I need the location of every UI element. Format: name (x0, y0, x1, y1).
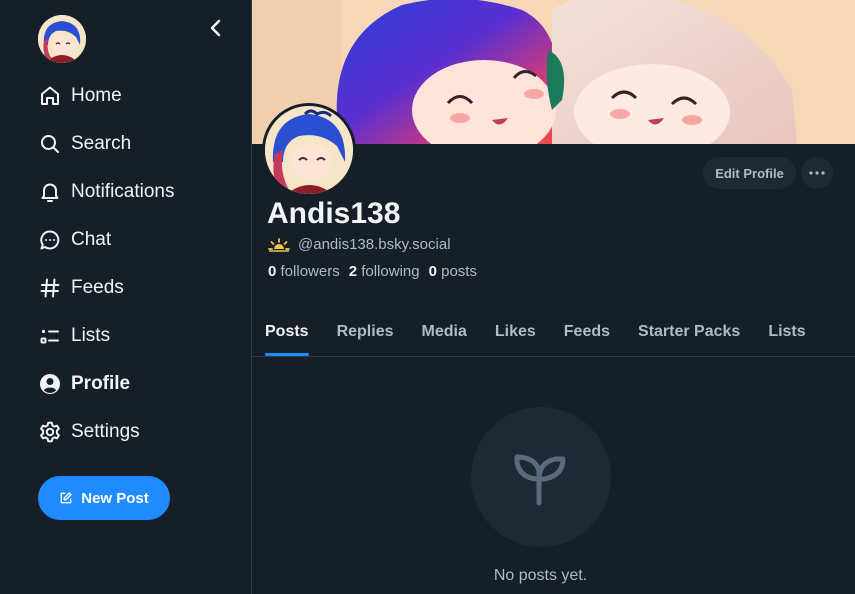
compose-icon (60, 492, 72, 504)
followers-stat[interactable]: 0 followers (268, 263, 340, 280)
main-nav: Home Search Notifications Chat Feeds Lis… (38, 72, 175, 456)
profile-handle: @andis138.bsky.social (298, 236, 451, 253)
tab-media[interactable]: Media (408, 308, 481, 356)
more-options-button[interactable] (801, 157, 833, 189)
nav-item-feeds[interactable]: Feeds (38, 264, 175, 312)
empty-state-text: No posts yet. (493, 567, 588, 584)
new-post-label: New Post (81, 489, 149, 507)
user-circle-icon (40, 374, 60, 394)
bell-icon (41, 183, 59, 202)
followers-label: followers (280, 263, 340, 280)
chat-bubble-icon (40, 230, 60, 250)
tab-likes[interactable]: Likes (481, 308, 550, 356)
nav-item-notifications[interactable]: Notifications (38, 168, 175, 216)
profile-tabs: Posts Replies Media Likes Feeds Starter … (252, 308, 855, 357)
new-post-button[interactable]: New Post (38, 476, 170, 520)
nav-label: Chat (71, 229, 112, 250)
sunrise-icon (268, 237, 290, 252)
posts-stat: 0 posts (429, 263, 477, 280)
profile-stats: 0 followers 2 following 0 posts (268, 263, 477, 280)
posts-count: 0 (428, 263, 437, 280)
home-icon (41, 86, 59, 105)
nav-label: Settings (71, 421, 140, 442)
nav-item-lists[interactable]: Lists (38, 312, 175, 360)
nav-item-home[interactable]: Home (38, 72, 175, 120)
sidebar: Home Search Notifications Chat Feeds Lis… (0, 0, 251, 594)
nav-label: Notifications (71, 181, 175, 202)
handle-row: @andis138.bsky.social (268, 236, 451, 253)
ellipsis-icon (809, 171, 825, 175)
following-count: 2 (348, 263, 358, 280)
tab-feeds[interactable]: Feeds (550, 308, 624, 356)
tab-starter-packs[interactable]: Starter Packs (624, 308, 754, 356)
following-stat[interactable]: 2 following (349, 263, 420, 280)
empty-state-illustration (471, 407, 611, 547)
gear-icon (40, 421, 60, 443)
nav-item-search[interactable]: Search (38, 120, 175, 168)
edit-profile-button[interactable]: Edit Profile (703, 157, 796, 189)
followers-count: 0 (268, 263, 277, 280)
chevron-left-icon (210, 19, 221, 37)
sprout-icon (514, 454, 566, 506)
nav-label: Profile (71, 373, 131, 394)
nav-label: Feeds (71, 277, 124, 298)
hash-icon (40, 278, 60, 298)
profile-page: Edit Profile Andis138 @andis138.bsky.soc… (252, 0, 855, 594)
profile-avatar[interactable] (262, 103, 356, 197)
tab-lists[interactable]: Lists (754, 308, 819, 356)
nav-label: Home (71, 85, 122, 106)
nav-item-chat[interactable]: Chat (38, 216, 175, 264)
list-icon (40, 329, 59, 344)
collapse-sidebar-button[interactable] (200, 12, 232, 44)
nav-label: Search (71, 133, 132, 154)
following-label: following (361, 263, 420, 280)
search-icon (41, 135, 59, 153)
tab-posts[interactable]: Posts (252, 308, 323, 356)
avatar[interactable] (38, 15, 86, 63)
nav-item-profile[interactable]: Profile (38, 360, 175, 408)
posts-label: posts (441, 263, 477, 280)
display-name: Andis138 (267, 197, 401, 230)
tab-replies[interactable]: Replies (323, 308, 408, 356)
nav-label: Lists (71, 325, 111, 346)
nav-item-settings[interactable]: Settings (38, 408, 175, 456)
